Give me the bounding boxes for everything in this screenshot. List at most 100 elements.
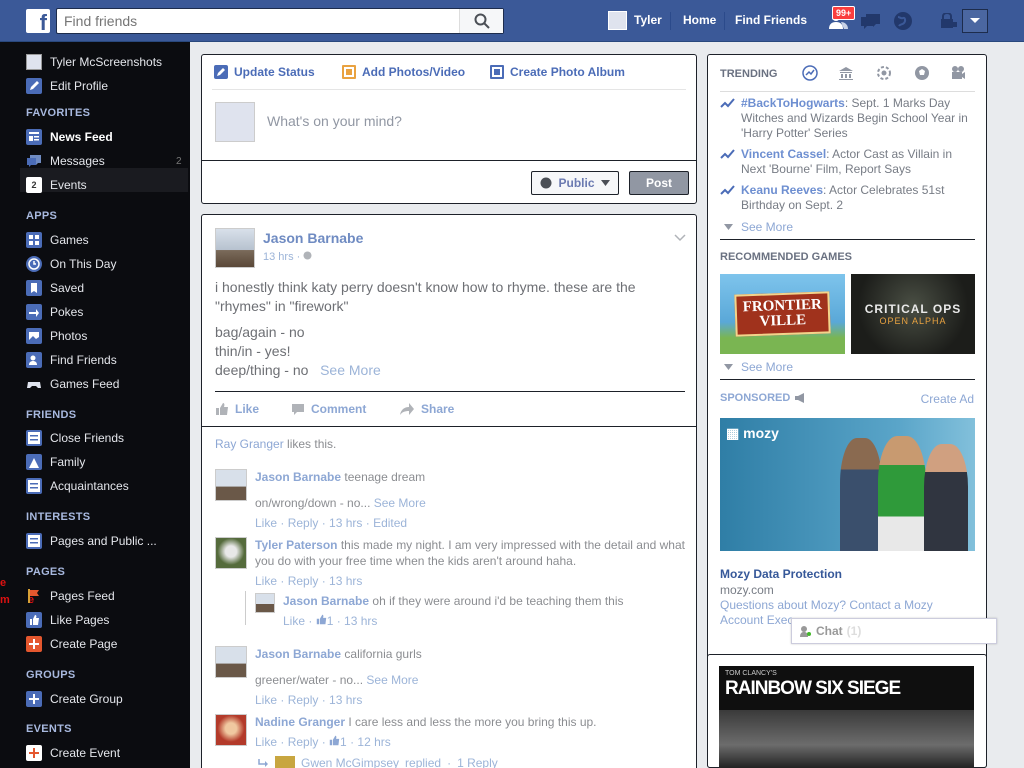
ad-image-rainbow-six[interactable]: TOM CLANCY'S RAINBOW SIX SIEGE bbox=[719, 666, 974, 768]
sidebar-item-events[interactable]: 2 Events bbox=[26, 177, 87, 193]
comment-like-link[interactable]: Like bbox=[255, 516, 277, 530]
view-replies-link[interactable]: Gwen McGimpsey replied · 1 Reply bbox=[257, 756, 498, 768]
sidebar-item-pages-and-public[interactable]: Pages and Public ... bbox=[26, 533, 157, 549]
sidebar-item-create-group[interactable]: Create Group bbox=[26, 691, 123, 707]
see-more-link[interactable]: See More bbox=[366, 673, 418, 687]
sidebar-item-messages[interactable]: Messages bbox=[26, 153, 105, 169]
comment-like-link[interactable]: Like bbox=[255, 574, 277, 588]
comment-reply-link[interactable]: Reply bbox=[288, 574, 319, 588]
list-icon bbox=[26, 478, 42, 494]
search-input[interactable] bbox=[57, 9, 457, 33]
reply-time[interactable]: 13 hrs bbox=[344, 614, 377, 628]
trending-see-more[interactable]: See More bbox=[724, 220, 793, 234]
find-friends-link[interactable]: Find Friends bbox=[735, 13, 807, 27]
post-options-button[interactable] bbox=[674, 231, 686, 245]
tab-create-album[interactable]: Create Photo Album bbox=[490, 65, 625, 79]
sidebar-item-on-this-day[interactable]: On This Day bbox=[26, 256, 116, 272]
chat-bar[interactable]: Chat (1) bbox=[791, 618, 997, 644]
comment-edited-label[interactable]: Edited bbox=[373, 516, 407, 530]
comment-author[interactable]: Jason Barnabe bbox=[255, 647, 341, 661]
sidebar-item-create-event[interactable]: Create Event bbox=[26, 745, 120, 761]
home-link[interactable]: Home bbox=[683, 13, 716, 27]
comment-like-link[interactable]: Like bbox=[255, 693, 277, 707]
trending-icon[interactable] bbox=[802, 65, 818, 81]
tab-add-photos[interactable]: Add Photos/Video bbox=[342, 65, 465, 79]
section-divider bbox=[720, 239, 975, 240]
pencil-icon bbox=[26, 78, 42, 94]
trending-item[interactable]: #BackToHogwarts: Sept. 1 Marks Day Witch… bbox=[720, 96, 978, 141]
comment-time[interactable]: 13 hrs bbox=[329, 516, 362, 530]
comment-reply-link[interactable]: Reply bbox=[288, 735, 319, 749]
politics-icon[interactable] bbox=[838, 65, 854, 81]
reply-like-count[interactable]: 1 bbox=[327, 614, 334, 628]
messages-button[interactable] bbox=[860, 10, 882, 32]
sidebar-item-create-page[interactable]: Create Page bbox=[26, 636, 117, 652]
comment-author[interactable]: Nadine Granger bbox=[255, 715, 345, 729]
comment-avatar[interactable] bbox=[215, 646, 247, 678]
sidebar-item-find-friends[interactable]: Find Friends bbox=[26, 352, 117, 368]
comment-time[interactable]: 13 hrs bbox=[329, 693, 362, 707]
game-critical-ops[interactable]: CRITICAL OPS OPEN ALPHA bbox=[851, 274, 975, 354]
sports-icon[interactable] bbox=[914, 65, 930, 81]
trending-item[interactable]: Vincent Cassel: Actor Cast as Villain in… bbox=[720, 147, 978, 177]
privacy-shortcuts-button[interactable] bbox=[938, 10, 960, 32]
comment-avatar[interactable] bbox=[215, 537, 247, 569]
share-button[interactable]: Share bbox=[399, 402, 454, 416]
tab-update-status[interactable]: Update Status bbox=[214, 65, 315, 79]
account-menu-button[interactable] bbox=[962, 9, 988, 33]
create-ad-link[interactable]: Create Ad bbox=[921, 392, 974, 406]
comment-time[interactable]: 13 hrs bbox=[329, 574, 362, 588]
comment-author[interactable]: Tyler Paterson bbox=[255, 538, 337, 552]
sidebar-item-pokes[interactable]: Pokes bbox=[26, 304, 83, 320]
post-author-avatar[interactable] bbox=[215, 228, 255, 268]
science-icon[interactable] bbox=[876, 65, 892, 81]
search-button[interactable] bbox=[459, 9, 503, 33]
composer-input[interactable]: What's on your mind? bbox=[267, 113, 402, 129]
entertainment-icon[interactable] bbox=[950, 65, 966, 81]
ad-person bbox=[924, 444, 968, 551]
comment-reply-link[interactable]: Reply bbox=[288, 693, 319, 707]
sidebar-item-news-feed[interactable]: News Feed bbox=[26, 129, 113, 145]
see-more-link[interactable]: See More bbox=[320, 362, 381, 378]
post-button[interactable]: Post bbox=[629, 171, 689, 195]
facebook-logo[interactable]: f bbox=[26, 9, 50, 33]
games-see-more[interactable]: See More bbox=[724, 360, 793, 374]
user-name-link[interactable]: Tyler bbox=[634, 13, 662, 27]
comment-time[interactable]: 12 hrs bbox=[357, 735, 390, 749]
reply-avatar[interactable] bbox=[255, 593, 275, 613]
sidebar-item-saved[interactable]: Saved bbox=[26, 280, 84, 296]
trending-item[interactable]: Keanu Reeves: Actor Celebrates 51st Birt… bbox=[720, 183, 978, 213]
comment-button[interactable]: Comment bbox=[291, 402, 366, 416]
ad-title[interactable]: Mozy Data Protection bbox=[720, 567, 842, 581]
comment-avatar[interactable] bbox=[215, 714, 247, 746]
sidebar-item-photos[interactable]: Photos bbox=[26, 328, 87, 344]
comment-avatar[interactable] bbox=[215, 469, 247, 501]
sidebar-item-games[interactable]: Games bbox=[26, 232, 89, 248]
game-frontierville[interactable]: FRONTIER VILLE bbox=[720, 274, 845, 354]
sidebar-item-profile[interactable]: Tyler McScreenshots bbox=[26, 54, 162, 70]
sidebar-item-family[interactable]: Family bbox=[26, 454, 85, 470]
sponsored-label: SPONSORED bbox=[720, 392, 791, 404]
comment-like-link[interactable]: Like bbox=[255, 735, 277, 749]
comment-author[interactable]: Jason Barnabe bbox=[255, 470, 341, 484]
privacy-selector[interactable]: Public bbox=[531, 171, 619, 195]
post-timestamp[interactable]: 13 hrs · bbox=[263, 251, 312, 263]
sidebar-item-acquaintances[interactable]: Acquaintances bbox=[26, 478, 129, 494]
ad-url[interactable]: mozy.com bbox=[720, 583, 774, 597]
see-more-link[interactable]: See More bbox=[374, 496, 426, 510]
reply-author[interactable]: Jason Barnabe bbox=[283, 594, 369, 608]
user-avatar[interactable] bbox=[608, 11, 627, 30]
ad-image-mozy[interactable]: ▦ mozy bbox=[720, 418, 975, 551]
sidebar-item-close-friends[interactable]: Close Friends bbox=[26, 430, 124, 446]
reply-like-link[interactable]: Like bbox=[283, 614, 305, 628]
comment-reply-link[interactable]: Reply bbox=[288, 516, 319, 530]
sidebar-item-like-pages[interactable]: Like Pages bbox=[26, 612, 109, 628]
like-button[interactable]: Like bbox=[215, 402, 259, 416]
comment-like-count[interactable]: 1 bbox=[340, 735, 347, 749]
sidebar-item-pages-feed[interactable]: Pages Feed bbox=[26, 588, 115, 604]
liker-link[interactable]: Ray Granger bbox=[215, 437, 284, 451]
post-author-name[interactable]: Jason Barnabe bbox=[263, 230, 363, 246]
sidebar-item-games-feed[interactable]: Games Feed bbox=[26, 376, 119, 392]
sidebar-item-edit-profile[interactable]: Edit Profile bbox=[26, 78, 108, 94]
notifications-button[interactable] bbox=[892, 10, 914, 32]
